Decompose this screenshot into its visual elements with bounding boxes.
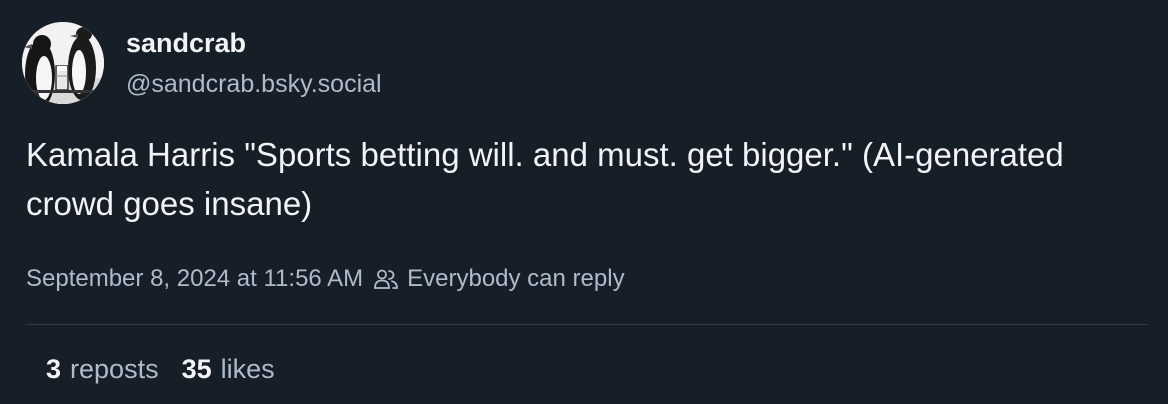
post-timestamp: September 8, 2024 at 11:56 AM: [26, 265, 364, 292]
post-meta: September 8, 2024 at 11:56 AM Everybody …: [26, 263, 625, 295]
author-display-name[interactable]: sandcrab: [126, 26, 382, 60]
post-text: Kamala Harris "Sports betting will. and …: [26, 136, 1064, 222]
post-stats: 3 reposts 35 likes: [46, 352, 275, 386]
post-card: sandcrab @sandcrab.bsky.social Kamala Ha…: [0, 0, 1168, 404]
penguin-avatar-icon: [22, 22, 104, 104]
reposts-stat[interactable]: 3 reposts: [46, 352, 159, 386]
divider: [26, 324, 1148, 325]
likes-count: 35: [181, 354, 212, 384]
avatar[interactable]: [22, 22, 104, 104]
author-info: sandcrab @sandcrab.bsky.social: [126, 22, 382, 100]
reply-setting[interactable]: Everybody can reply: [407, 263, 624, 295]
likes-stat[interactable]: 35 likes: [182, 352, 275, 386]
likes-label: likes: [220, 354, 275, 384]
author-handle[interactable]: @sandcrab.bsky.social: [126, 68, 382, 100]
reposts-label: reposts: [70, 354, 159, 384]
post-header: sandcrab @sandcrab.bsky.social: [22, 22, 382, 104]
reposts-count: 3: [46, 354, 62, 384]
people-icon: [373, 268, 399, 290]
